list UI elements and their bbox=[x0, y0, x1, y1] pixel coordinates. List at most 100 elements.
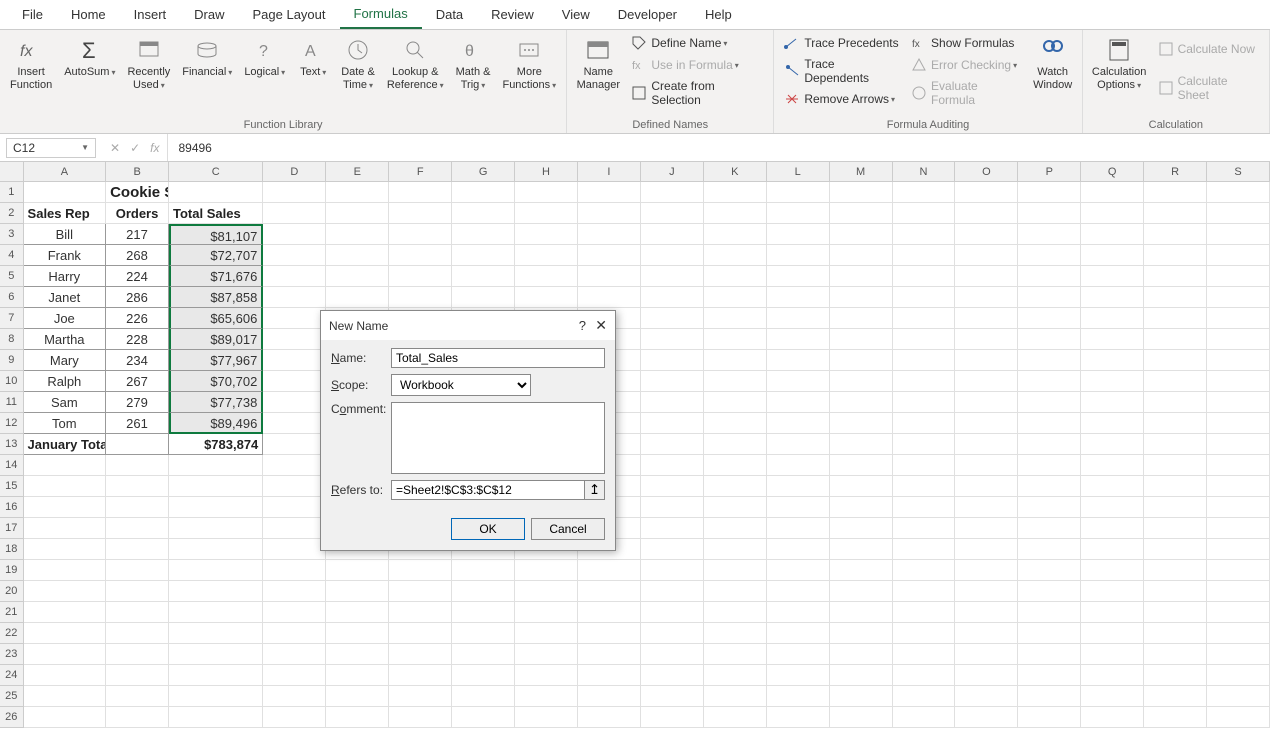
name-manager-button[interactable]: NameManager bbox=[571, 32, 625, 96]
cell[interactable] bbox=[1144, 707, 1207, 728]
cell[interactable] bbox=[1081, 371, 1144, 392]
cell[interactable] bbox=[1081, 266, 1144, 287]
cell[interactable] bbox=[263, 476, 326, 497]
cell[interactable] bbox=[1144, 476, 1207, 497]
cell[interactable] bbox=[830, 581, 893, 602]
cell[interactable] bbox=[1144, 392, 1207, 413]
cell[interactable]: 226 bbox=[106, 308, 169, 329]
row-header-10[interactable]: 10 bbox=[0, 371, 24, 392]
row-header-24[interactable]: 24 bbox=[0, 665, 24, 686]
cell[interactable] bbox=[515, 707, 578, 728]
cell[interactable] bbox=[641, 602, 704, 623]
cell[interactable] bbox=[169, 182, 263, 203]
cell[interactable] bbox=[263, 581, 326, 602]
cell[interactable]: Cookie Sales bbox=[106, 182, 169, 203]
cell[interactable] bbox=[955, 350, 1018, 371]
cell[interactable] bbox=[1018, 539, 1081, 560]
cell[interactable] bbox=[578, 560, 641, 581]
cell[interactable] bbox=[452, 686, 515, 707]
cell[interactable] bbox=[169, 623, 263, 644]
cell[interactable] bbox=[263, 413, 326, 434]
cell[interactable] bbox=[578, 665, 641, 686]
cell[interactable] bbox=[1018, 266, 1081, 287]
cell[interactable] bbox=[641, 329, 704, 350]
cell[interactable] bbox=[830, 392, 893, 413]
cell[interactable] bbox=[1207, 539, 1270, 560]
cell[interactable] bbox=[263, 539, 326, 560]
cell[interactable] bbox=[767, 329, 830, 350]
cell[interactable] bbox=[830, 434, 893, 455]
date-time-button[interactable]: Date &Time bbox=[335, 32, 381, 96]
cell[interactable] bbox=[452, 560, 515, 581]
cell[interactable]: Janet bbox=[24, 287, 107, 308]
cell[interactable] bbox=[1207, 497, 1270, 518]
logical-button[interactable]: ? Logical bbox=[238, 32, 291, 83]
cell[interactable] bbox=[704, 707, 767, 728]
cell[interactable] bbox=[955, 392, 1018, 413]
calculate-sheet-button[interactable]: Calculate Sheet bbox=[1152, 72, 1265, 104]
cell[interactable] bbox=[704, 266, 767, 287]
cell[interactable] bbox=[1018, 665, 1081, 686]
cell[interactable] bbox=[955, 518, 1018, 539]
cell[interactable] bbox=[893, 560, 956, 581]
row-header-18[interactable]: 18 bbox=[0, 539, 24, 560]
cell[interactable] bbox=[704, 350, 767, 371]
ok-button[interactable]: OK bbox=[451, 518, 525, 540]
cell[interactable] bbox=[106, 518, 169, 539]
spreadsheet-grid[interactable]: ABCDEFGHIJKLMNOPQRS 1Cookie Sales2Sales … bbox=[0, 162, 1270, 748]
cell[interactable] bbox=[1207, 287, 1270, 308]
cell[interactable] bbox=[893, 455, 956, 476]
cell[interactable] bbox=[1144, 182, 1207, 203]
cell[interactable] bbox=[767, 560, 830, 581]
cell[interactable] bbox=[515, 644, 578, 665]
cell[interactable] bbox=[893, 581, 956, 602]
cell[interactable]: Bill bbox=[24, 224, 107, 245]
cell[interactable] bbox=[389, 224, 452, 245]
cell[interactable] bbox=[1207, 602, 1270, 623]
row-header-25[interactable]: 25 bbox=[0, 686, 24, 707]
cell[interactable] bbox=[578, 602, 641, 623]
cell[interactable] bbox=[1081, 602, 1144, 623]
cell[interactable] bbox=[1081, 413, 1144, 434]
cell[interactable] bbox=[1018, 224, 1081, 245]
cell[interactable] bbox=[955, 623, 1018, 644]
cell[interactable] bbox=[169, 497, 263, 518]
cell[interactable]: 261 bbox=[106, 413, 169, 434]
row-header-16[interactable]: 16 bbox=[0, 497, 24, 518]
column-header-H[interactable]: H bbox=[515, 162, 578, 181]
cell[interactable] bbox=[1081, 434, 1144, 455]
cell[interactable] bbox=[1144, 287, 1207, 308]
cell[interactable] bbox=[263, 224, 326, 245]
cell[interactable] bbox=[767, 455, 830, 476]
row-header-12[interactable]: 12 bbox=[0, 413, 24, 434]
cell[interactable] bbox=[955, 266, 1018, 287]
cell[interactable] bbox=[452, 602, 515, 623]
financial-button[interactable]: Financial bbox=[176, 32, 238, 83]
cell[interactable] bbox=[704, 413, 767, 434]
cell[interactable] bbox=[955, 329, 1018, 350]
cell[interactable] bbox=[1144, 623, 1207, 644]
insert-function-button[interactable]: fx InsertFunction bbox=[4, 32, 58, 96]
cell[interactable] bbox=[1207, 350, 1270, 371]
row-header-21[interactable]: 21 bbox=[0, 602, 24, 623]
cell[interactable] bbox=[578, 203, 641, 224]
cell[interactable] bbox=[389, 623, 452, 644]
math-trig-button[interactable]: θ Math &Trig bbox=[450, 32, 497, 96]
cell[interactable] bbox=[452, 644, 515, 665]
cell[interactable] bbox=[704, 245, 767, 266]
column-header-Q[interactable]: Q bbox=[1081, 162, 1144, 181]
cell[interactable] bbox=[263, 371, 326, 392]
cell[interactable] bbox=[106, 581, 169, 602]
cell[interactable] bbox=[893, 266, 956, 287]
cell[interactable] bbox=[704, 497, 767, 518]
cell[interactable] bbox=[641, 476, 704, 497]
column-header-M[interactable]: M bbox=[830, 162, 893, 181]
cell[interactable] bbox=[452, 581, 515, 602]
cell[interactable] bbox=[24, 602, 107, 623]
cell[interactable] bbox=[704, 581, 767, 602]
cell[interactable]: $72,707 bbox=[169, 245, 263, 266]
cell[interactable]: $783,874 bbox=[169, 434, 263, 455]
cell[interactable] bbox=[1144, 308, 1207, 329]
cell[interactable] bbox=[106, 497, 169, 518]
cell[interactable]: Mary bbox=[24, 350, 107, 371]
